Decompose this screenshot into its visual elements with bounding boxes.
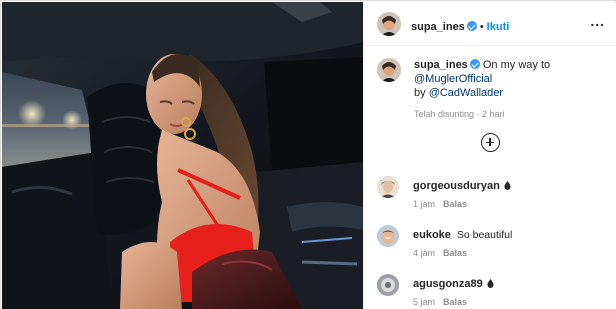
drop-icon	[504, 181, 511, 190]
caption-author-username[interactable]: supa_ines	[414, 59, 468, 71]
comment-line: gorgeousduryan	[413, 180, 511, 192]
comment-item: gorgeousduryan 1 jam Balas	[364, 175, 616, 215]
comment-time[interactable]: 5 jam	[413, 297, 435, 307]
mention-link-cadwallader[interactable]: @CadWallader	[429, 87, 503, 99]
reply-button[interactable]: Balas	[443, 297, 467, 307]
verified-badge-icon	[469, 59, 480, 69]
author-username[interactable]: supa_ines	[411, 21, 465, 33]
comment-line: agusgonza89	[413, 278, 494, 290]
drop-icon	[487, 279, 494, 288]
comment-time[interactable]: 4 jam	[413, 248, 435, 258]
mention-link-mugler[interactable]: @MuglerOfficial	[414, 73, 492, 85]
caption-author-avatar[interactable]	[377, 58, 401, 82]
comment-item: agusgonza89 5 jam Balas	[364, 273, 616, 309]
avatar-image	[377, 58, 401, 82]
avatar-image	[377, 176, 399, 198]
post-side-panel: supa_ines • Ikuti ... supa_ines On my way …	[363, 2, 616, 309]
follow-button[interactable]: Ikuti	[487, 21, 510, 33]
commenter-avatar[interactable]	[377, 274, 399, 296]
post-photo[interactable]	[2, 2, 363, 309]
plus-circle-icon[interactable]	[481, 133, 500, 152]
avatar-image	[377, 12, 401, 36]
comment-meta: 1 jam Balas	[413, 199, 467, 209]
comment-meta: 4 jam Balas	[413, 248, 467, 258]
caption-by-text: by	[414, 87, 426, 99]
reply-button[interactable]: Balas	[443, 199, 467, 209]
commenter-avatar[interactable]	[377, 225, 399, 247]
photo-illustration	[2, 2, 363, 309]
comment-time[interactable]: 1 jam	[413, 199, 435, 209]
commenter-avatar[interactable]	[377, 176, 399, 198]
avatar-image	[377, 274, 399, 296]
commenter-username[interactable]: eukoke	[413, 229, 451, 241]
post-dialog: supa_ines • Ikuti ... supa_ines On my way …	[0, 0, 616, 309]
caption-meta: Telah disunting · 2 hari	[414, 109, 505, 119]
comment-meta: 5 jam Balas	[413, 297, 467, 307]
separator-dot: •	[479, 21, 484, 33]
header-title: supa_ines • Ikuti	[411, 17, 509, 35]
post-header: supa_ines • Ikuti ...	[364, 2, 616, 46]
comment-line: eukoke So beautiful	[413, 229, 512, 241]
commenter-username[interactable]: gorgeousduryan	[413, 180, 500, 192]
post-caption: supa_ines On my way to @MuglerOfficial b…	[414, 58, 609, 121]
comment-text: So beautiful	[456, 229, 513, 241]
author-avatar[interactable]	[377, 12, 401, 36]
commenter-username[interactable]: agusgonza89	[413, 278, 483, 290]
more-options-button[interactable]: ...	[590, 13, 605, 29]
reply-button[interactable]: Balas	[443, 248, 467, 258]
avatar-image	[377, 225, 399, 247]
verified-badge-icon	[466, 21, 477, 31]
caption-text: On my way to	[482, 59, 551, 71]
comment-item: eukoke So beautiful 4 jam Balas	[364, 224, 616, 264]
